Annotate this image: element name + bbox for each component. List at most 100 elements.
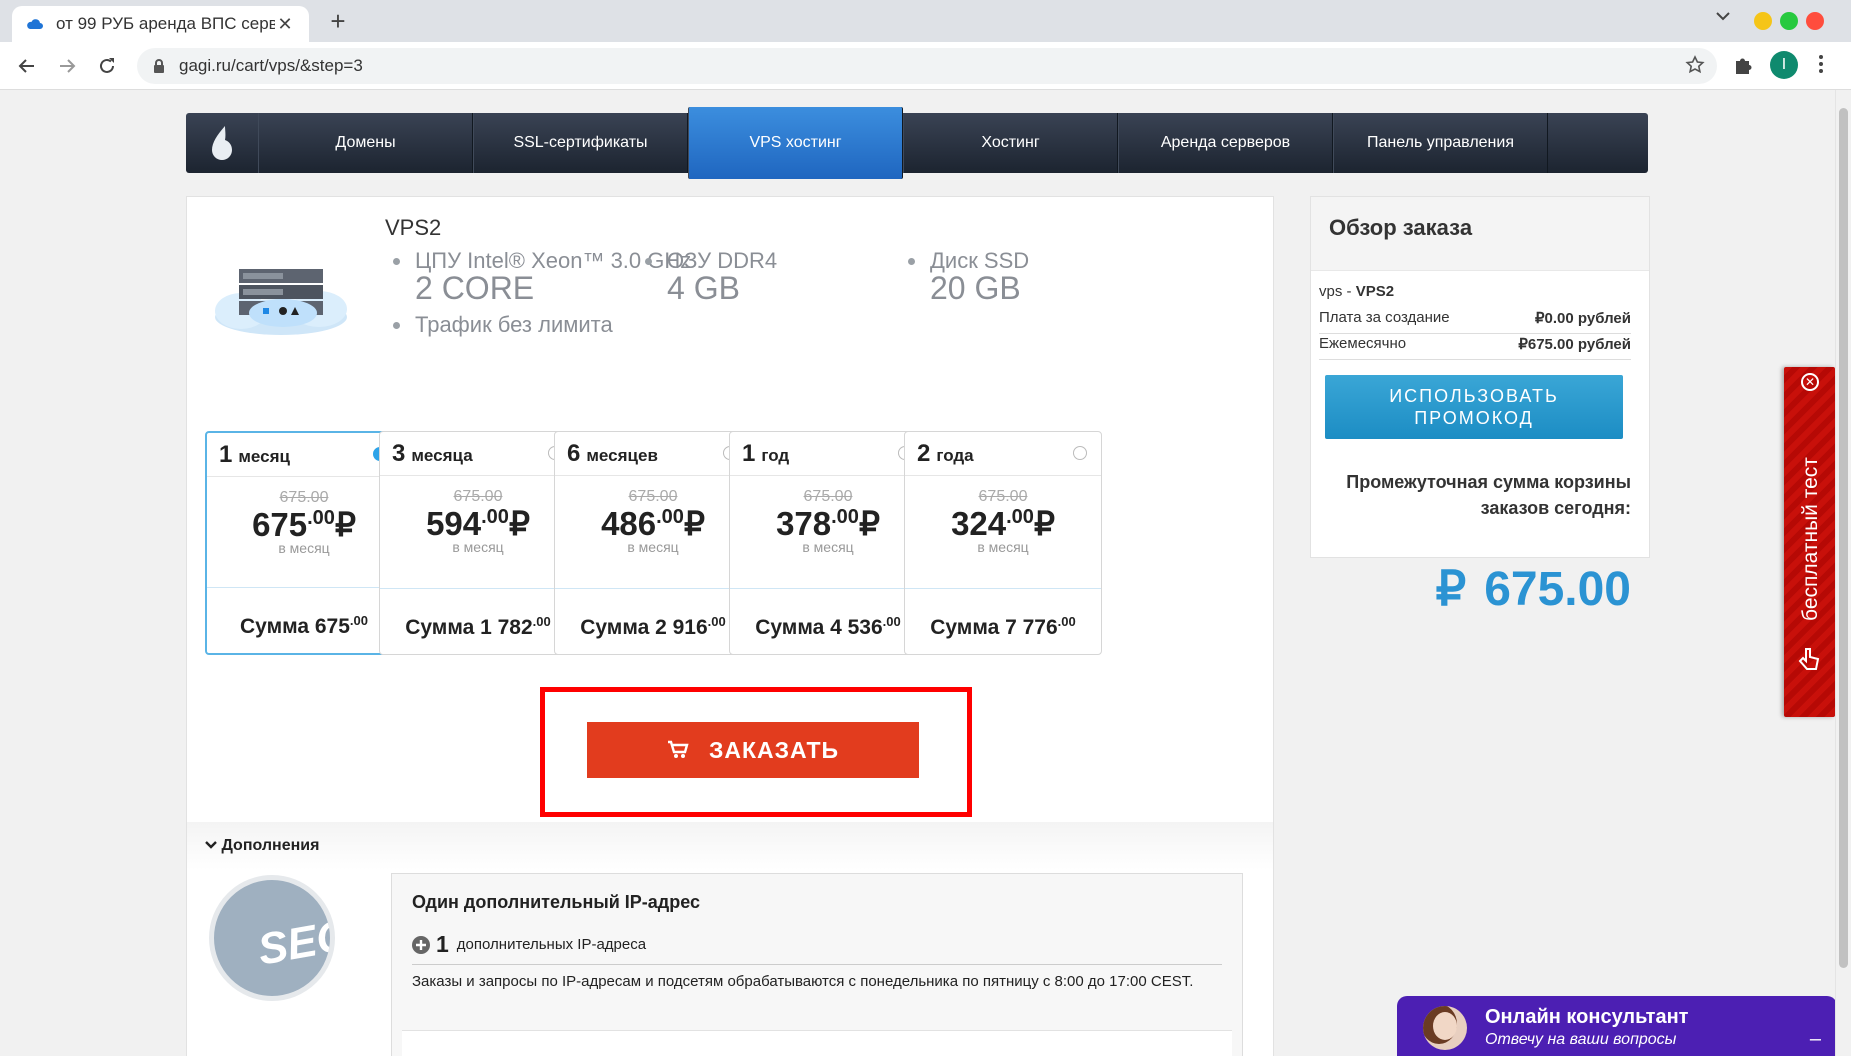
cycle-unit: месяцев bbox=[586, 446, 658, 465]
price-whole: 324 bbox=[951, 505, 1007, 542]
billing-cycle-card[interactable]: 2 года 675.00 324.00₽ в месяц Сумма 7 776… bbox=[904, 431, 1102, 655]
hand-pointer-icon bbox=[1798, 647, 1820, 678]
total-value: 675.00 bbox=[1484, 563, 1631, 616]
cycle-count: 1 bbox=[219, 441, 233, 468]
summary-product-name: VPS2 bbox=[1355, 283, 1395, 300]
cycle-sum: Сумма 1 782.00 bbox=[380, 588, 576, 654]
price-cents: .00 bbox=[481, 506, 509, 528]
cycle-sum: Сумма 675.00 bbox=[207, 587, 401, 653]
spec-disk-value: 20 GB bbox=[930, 270, 1021, 306]
addon-note: Заказы и запросы по IP-адресам и подсетя… bbox=[412, 973, 1194, 990]
nav-item-domains[interactable]: Домены bbox=[258, 113, 473, 173]
sum-cents: .00 bbox=[1057, 614, 1076, 629]
price-whole: 594 bbox=[426, 505, 482, 542]
spec-disk: Диск SSD 20 GB bbox=[907, 249, 1029, 306]
scrollbar[interactable] bbox=[1835, 90, 1851, 1056]
free-trial-widget[interactable]: ✕ бесплатный тест bbox=[1784, 367, 1835, 717]
minimize-button[interactable] bbox=[1754, 12, 1772, 30]
reload-icon[interactable] bbox=[92, 51, 122, 81]
spec-cpu-value: 2 CORE bbox=[415, 270, 535, 306]
addons-divider bbox=[187, 822, 1273, 870]
plus-circle-icon[interactable] bbox=[412, 935, 430, 954]
new-tab-button[interactable]: + bbox=[324, 8, 352, 36]
promo-line-2: ПРОМОКОД bbox=[1414, 408, 1534, 428]
forward-arrow-icon[interactable] bbox=[52, 51, 82, 81]
billing-cycle-card[interactable]: 1 месяц 675.00 675.00₽ в месяц Сумма 675.… bbox=[205, 431, 403, 655]
order-summary-panel: Обзор заказа vps - VPS2 Плата за создани… bbox=[1310, 196, 1650, 616]
sum-label: Сумма 1 782 bbox=[405, 616, 533, 639]
tab-search-chevron-icon[interactable] bbox=[1716, 8, 1730, 26]
cycle-price: 594.00₽ bbox=[380, 504, 576, 543]
divider bbox=[412, 964, 1222, 965]
summary-product: vps - VPS2 bbox=[1319, 283, 1394, 300]
addon-qty-value: 1 bbox=[436, 931, 449, 957]
addon-options-row bbox=[402, 1030, 1232, 1056]
price-period: в месяц bbox=[977, 539, 1029, 555]
nav-item-control-panel[interactable]: Панель управления bbox=[1333, 113, 1548, 173]
profile-avatar[interactable]: I bbox=[1770, 51, 1798, 79]
page-viewport: Домены SSL-сертификаты VPS хостинг Хости… bbox=[0, 90, 1851, 1056]
back-arrow-icon[interactable] bbox=[12, 51, 42, 81]
close-tab-icon[interactable]: ✕ bbox=[275, 14, 295, 35]
billing-cycle-card[interactable]: 3 месяца 675.00 594.00₽ в месяц Сумма 1 7… bbox=[379, 431, 577, 655]
price-cents: .00 bbox=[1006, 506, 1034, 528]
address-bar[interactable]: gagi.ru/cart/vps/&step=3 bbox=[137, 48, 1717, 84]
close-icon[interactable]: ✕ bbox=[1801, 373, 1819, 391]
cycle-unit: год bbox=[761, 446, 790, 465]
billing-cycle-card[interactable]: 1 год 675.00 378.00₽ в месяц Сумма 4 536.… bbox=[729, 431, 927, 655]
order-button[interactable]: ЗАКАЗАТЬ bbox=[587, 722, 919, 778]
chat-title: Онлайн консультант bbox=[1485, 1006, 1689, 1028]
promo-line-1: ИСПОЛЬЗОВАТЬ bbox=[1389, 386, 1559, 406]
cycle-unit: года bbox=[936, 446, 974, 465]
addons-toggle[interactable]: Дополнения bbox=[205, 837, 319, 855]
price-cents: .00 bbox=[307, 507, 335, 529]
summary-product-prefix: vps - bbox=[1319, 283, 1356, 300]
sum-cents: .00 bbox=[349, 613, 368, 628]
nav-item-vps-hosting[interactable]: VPS хостинг bbox=[688, 107, 903, 179]
sum-cents: .00 bbox=[707, 614, 726, 629]
total-amount: ₽675.00 bbox=[1321, 561, 1631, 617]
cycle-count: 3 bbox=[392, 440, 406, 467]
browser-tab[interactable]: от 99 РУБ аренда ВПС сервер ✕ bbox=[12, 6, 309, 42]
cycle-unit: месяц bbox=[238, 447, 290, 466]
online-chat-widget[interactable]: Онлайн консультант Отвечу на ваши вопрос… bbox=[1397, 996, 1837, 1056]
minimize-icon[interactable]: – bbox=[1810, 1028, 1821, 1051]
bookmark-star-icon[interactable] bbox=[1685, 55, 1705, 80]
site-logo[interactable] bbox=[186, 113, 258, 173]
tab-title: от 99 РУБ аренда ВПС сервер bbox=[56, 14, 275, 33]
use-promocode-button[interactable]: ИСПОЛЬЗОВАТЬ ПРОМОКОД bbox=[1325, 375, 1623, 439]
cycle-radio[interactable] bbox=[1073, 446, 1087, 460]
browser-menu-icon[interactable] bbox=[1818, 54, 1824, 79]
sum-label: Сумма 675 bbox=[240, 615, 350, 638]
browser-toolbar: gagi.ru/cart/vps/&step=3 I bbox=[0, 42, 1851, 90]
seo-badge-text: SEO bbox=[254, 910, 335, 975]
price-period: в месяц bbox=[278, 540, 330, 556]
extensions-puzzle-icon[interactable] bbox=[1732, 54, 1754, 81]
addons-title: Дополнения bbox=[221, 837, 320, 854]
cycle-price: 324.00₽ bbox=[905, 504, 1101, 543]
cycle-price: 486.00₽ bbox=[555, 504, 751, 543]
sum-cents: .00 bbox=[532, 614, 551, 629]
ruble-sign: ₽ bbox=[334, 506, 356, 543]
setup-value: ₽0.00 рублей bbox=[1535, 310, 1631, 327]
nav-item-ssl[interactable]: SSL-сертификаты bbox=[473, 113, 688, 173]
price-cents: .00 bbox=[656, 506, 684, 528]
setup-label: Плата за создание bbox=[1319, 309, 1450, 326]
total-currency: ₽ bbox=[1435, 563, 1467, 616]
maximize-button[interactable] bbox=[1780, 12, 1798, 30]
nav-item-server-rental[interactable]: Аренда серверов bbox=[1118, 113, 1333, 173]
cycle-sum: Сумма 7 776.00 bbox=[905, 588, 1101, 654]
scrollbar-thumb[interactable] bbox=[1839, 108, 1848, 968]
price-period: в месяц bbox=[452, 539, 504, 555]
sum-label: Сумма 4 536 bbox=[755, 616, 883, 639]
addon-qty-label: дополнительных IP-адреса bbox=[456, 936, 647, 953]
close-window-button[interactable] bbox=[1806, 12, 1824, 30]
product-name: VPS2 bbox=[385, 215, 442, 240]
spec-ram: ОЗУ DDR4 4 GB bbox=[644, 249, 777, 304]
billing-cycle-options: 1 месяц 675.00 675.00₽ в месяц Сумма 675.… bbox=[205, 431, 1235, 655]
price-whole: 675 bbox=[252, 506, 308, 543]
addon-quantity: 1 дополнительных IP-адреса bbox=[412, 931, 1222, 958]
billing-cycle-card[interactable]: 6 месяцев 675.00 486.00₽ в месяц Сумма 2 … bbox=[554, 431, 752, 655]
ruble-sign: ₽ bbox=[683, 505, 705, 542]
nav-item-hosting[interactable]: Хостинг bbox=[903, 113, 1118, 173]
